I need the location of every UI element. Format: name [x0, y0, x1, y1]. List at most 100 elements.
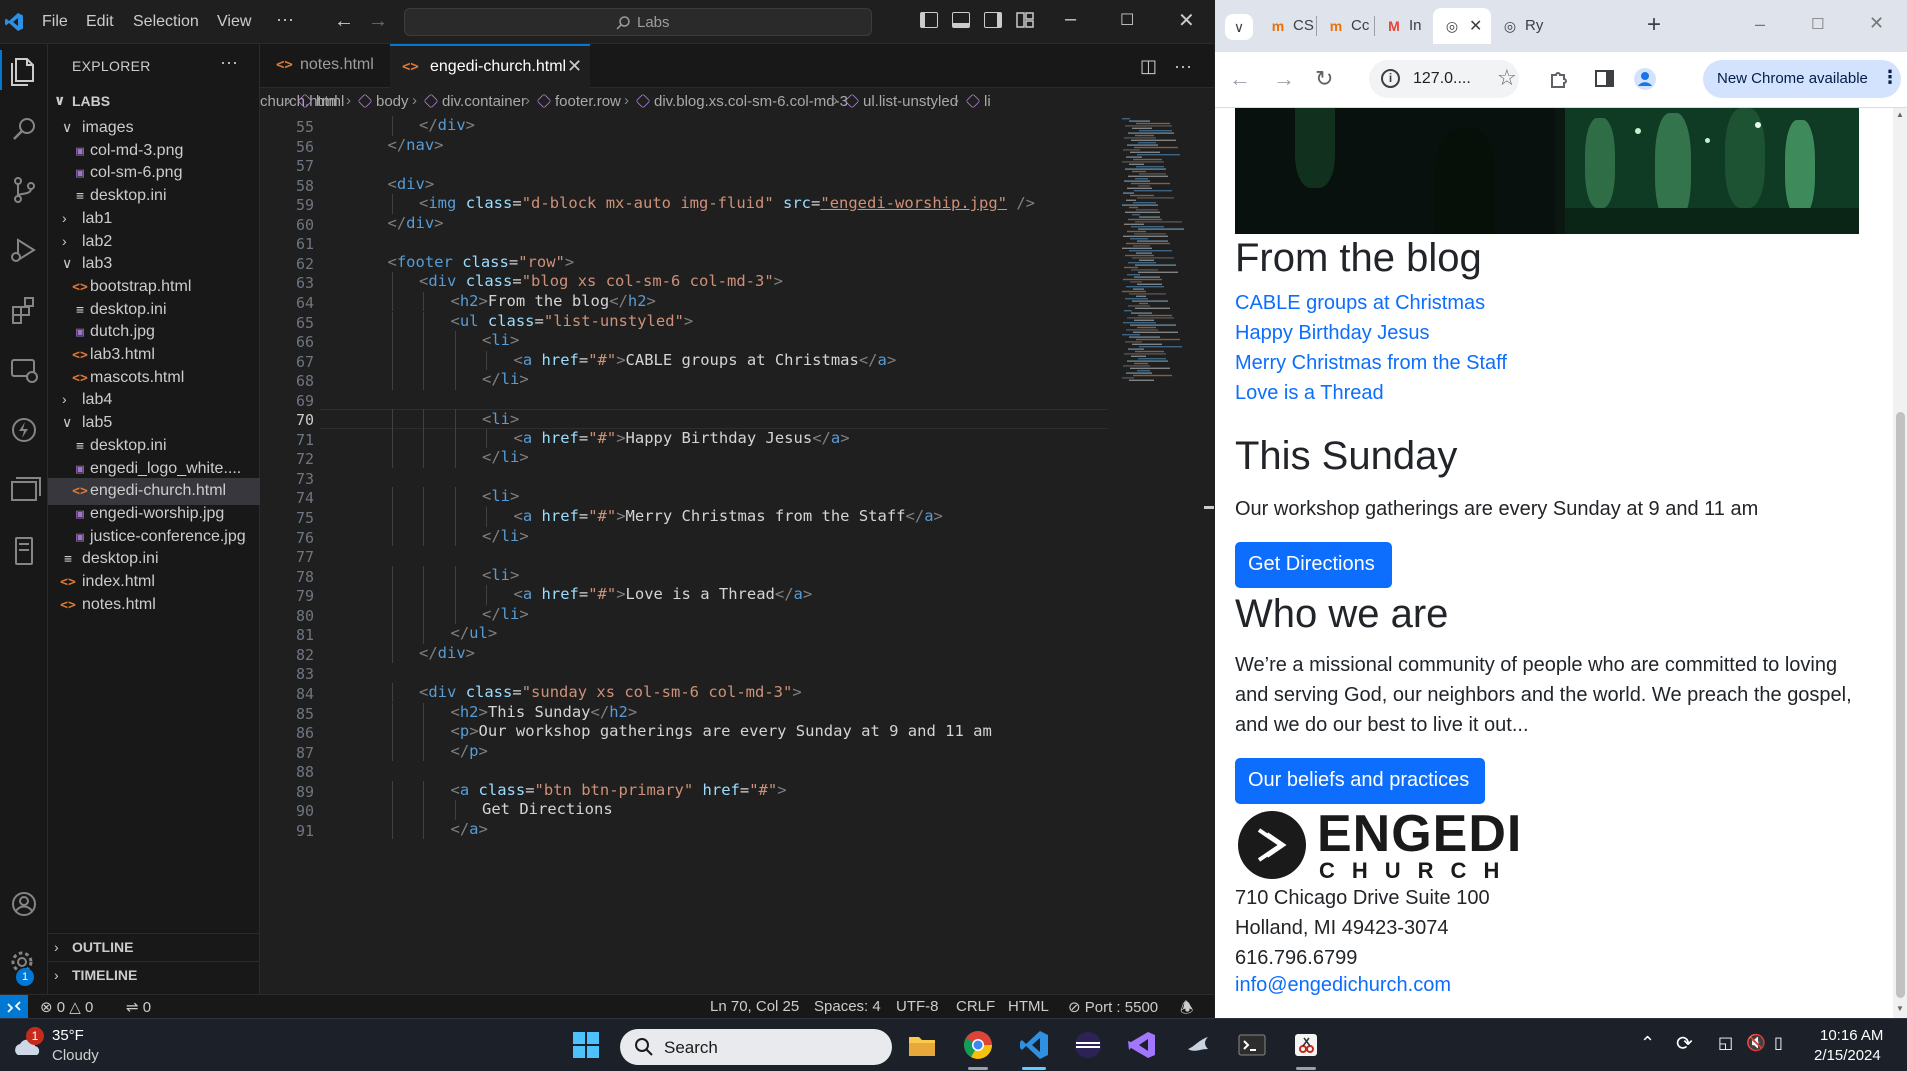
command-center-search[interactable]: Labs: [404, 8, 872, 36]
live-server-port[interactable]: ⊘ Port : 5500: [1068, 998, 1158, 1016]
forward-arrow-icon[interactable]: →: [368, 10, 388, 33]
explorer-icon[interactable]: [4, 50, 44, 90]
breadcrumb-segment[interactable]: div.container: [442, 93, 526, 110]
clock-date[interactable]: 2/15/2024: [1814, 1047, 1881, 1064]
profile-avatar-icon[interactable]: [1633, 67, 1657, 91]
extensions-icon[interactable]: [4, 290, 44, 330]
chrome-taskbar-icon[interactable]: [962, 1029, 994, 1061]
volume-muted-icon[interactable]: 🔇: [1746, 1033, 1766, 1053]
email-link[interactable]: info@engedichurch.com: [1235, 974, 1451, 997]
customize-layout-icon[interactable]: [1016, 12, 1034, 28]
browser-tab[interactable]: M In: [1375, 8, 1433, 44]
close-tab-icon[interactable]: ✕: [567, 56, 582, 77]
terminal-icon[interactable]: [1236, 1029, 1268, 1061]
get-directions-button[interactable]: Get Directions: [1235, 542, 1392, 588]
breadcrumb-segment[interactable]: footer.row: [555, 93, 621, 110]
accounts-icon[interactable]: [4, 884, 44, 924]
forward-icon[interactable]: →: [1273, 66, 1295, 92]
maximize-icon[interactable]: ☐: [1120, 10, 1134, 30]
tab-notes-html[interactable]: <> notes.html: [260, 44, 390, 88]
snipping-tool-icon[interactable]: [1290, 1029, 1322, 1061]
browser-tab[interactable]: m CS: [1259, 8, 1317, 44]
breadcrumb-segment[interactable]: li: [984, 93, 991, 110]
chrome-maximize-icon[interactable]: ☐: [1811, 15, 1824, 33]
sync-icon[interactable]: ⟳: [1676, 1031, 1693, 1056]
indentation[interactable]: Spaces: 4: [814, 998, 881, 1015]
browser-tab[interactable]: m Cc: [1317, 8, 1375, 44]
editor-more-icon[interactable]: ···: [1174, 56, 1192, 77]
menu-more-icon[interactable]: ···: [276, 9, 294, 30]
eclipse-icon[interactable]: [1072, 1029, 1104, 1061]
breadcrumb-segment[interactable]: html: [316, 93, 344, 110]
split-editor-icon[interactable]: ◫: [1140, 56, 1157, 77]
remote-indicator[interactable]: [0, 995, 28, 1019]
breadcrumb-segment[interactable]: div.blog.xs.col-sm-6.col-md-3: [654, 93, 848, 110]
browser-tab[interactable]: ◎ ✕: [1433, 8, 1491, 44]
windows-start-icon[interactable]: [570, 1029, 602, 1061]
clock-time[interactable]: 10:16 AM: [1820, 1027, 1883, 1044]
taskbar-search[interactable]: Search: [620, 1029, 892, 1065]
blog-link[interactable]: Merry Christmas from the Staff: [1235, 352, 1507, 375]
workspace-root[interactable]: ∨ LABS: [48, 88, 260, 115]
blog-link[interactable]: Love is a Thread: [1235, 382, 1384, 405]
page-scrollbar[interactable]: ▲ ▼: [1893, 108, 1907, 1018]
menu-edit[interactable]: Edit: [86, 13, 114, 31]
explorer-more-icon[interactable]: ···: [220, 52, 238, 73]
scrollbar-thumb[interactable]: [1896, 412, 1905, 998]
device-icon[interactable]: [4, 530, 44, 570]
wifi-icon[interactable]: ◱: [1718, 1033, 1733, 1053]
thunder-client-icon[interactable]: [4, 410, 44, 450]
menu-file[interactable]: File: [42, 13, 68, 31]
chrome-close-icon[interactable]: ✕: [1869, 13, 1884, 34]
remote-explorer-icon[interactable]: [4, 350, 44, 390]
site-info-icon[interactable]: i: [1381, 69, 1400, 88]
chrome-minimize-icon[interactable]: –: [1755, 14, 1765, 35]
close-tab-icon[interactable]: ✕: [1469, 16, 1482, 36]
close-window-icon[interactable]: ✕: [1178, 8, 1195, 33]
menu-view[interactable]: View: [217, 13, 251, 31]
wireshark-icon[interactable]: [1182, 1029, 1214, 1061]
blog-link[interactable]: Happy Birthday Jesus: [1235, 322, 1430, 345]
minimap[interactable]: [1116, 116, 1210, 516]
side-panel-icon[interactable]: [1595, 69, 1615, 89]
beliefs-button[interactable]: Our beliefs and practices: [1235, 758, 1485, 804]
ports-indicator[interactable]: ⇌ 0: [126, 998, 151, 1016]
tray-overflow-chevron-icon[interactable]: ⌃: [1640, 1033, 1655, 1054]
problems-indicator[interactable]: ⊗ 0 △ 0: [40, 998, 93, 1016]
cursor-position[interactable]: Ln 70, Col 25: [710, 998, 799, 1015]
minimize-icon[interactable]: –: [1065, 8, 1076, 31]
chrome-menu-dots-icon[interactable]: ⋮: [1881, 67, 1899, 88]
toggle-panel-icon[interactable]: [952, 12, 970, 28]
visual-studio-icon[interactable]: [1126, 1029, 1158, 1061]
bookmark-star-icon[interactable]: ☆: [1497, 65, 1517, 91]
toggle-primary-sidebar-icon[interactable]: [920, 12, 938, 28]
toggle-secondary-sidebar-icon[interactable]: [984, 12, 1002, 28]
new-tab-plus-icon[interactable]: +: [1647, 11, 1661, 39]
panels-icon[interactable]: [4, 470, 44, 510]
back-icon[interactable]: ←: [1229, 66, 1251, 92]
reload-icon[interactable]: ↻: [1315, 66, 1333, 92]
tree-file[interactable]: <> notes.html: [48, 592, 260, 619]
vscode-taskbar-icon[interactable]: [1018, 1029, 1050, 1061]
back-arrow-icon[interactable]: ←: [334, 10, 354, 33]
end-of-line[interactable]: CRLF: [956, 998, 995, 1015]
tab-search-chevron-icon[interactable]: ∨: [1225, 14, 1253, 40]
outline-section[interactable]: › OUTLINE: [48, 933, 260, 960]
code-line[interactable]: <li>: [320, 409, 1108, 429]
language-mode[interactable]: HTML: [1008, 998, 1049, 1015]
extensions-puzzle-icon[interactable]: [1549, 68, 1571, 90]
battery-icon[interactable]: ▯: [1774, 1033, 1783, 1053]
timeline-section[interactable]: › TIMELINE: [48, 961, 260, 988]
new-chrome-available-button[interactable]: New Chrome available ⋮: [1703, 60, 1901, 98]
code-area[interactable]: </div> </nav> <div> <img class="d-block mx-…: [320, 116, 1110, 1038]
source-control-icon[interactable]: [4, 170, 44, 210]
file-explorer-icon[interactable]: [906, 1029, 938, 1061]
breadcrumb-segment[interactable]: body: [376, 93, 409, 110]
encoding[interactable]: UTF-8: [896, 998, 939, 1015]
editor-scrollbar[interactable]: [1200, 116, 1214, 1038]
menu-selection[interactable]: Selection: [133, 13, 199, 31]
tab-engedi-church-html[interactable]: <> engedi-church.html ✕: [390, 44, 590, 88]
blog-link[interactable]: CABLE groups at Christmas: [1235, 292, 1485, 315]
browser-tab[interactable]: ◎ Ry: [1491, 8, 1549, 44]
run-debug-icon[interactable]: [4, 230, 44, 270]
